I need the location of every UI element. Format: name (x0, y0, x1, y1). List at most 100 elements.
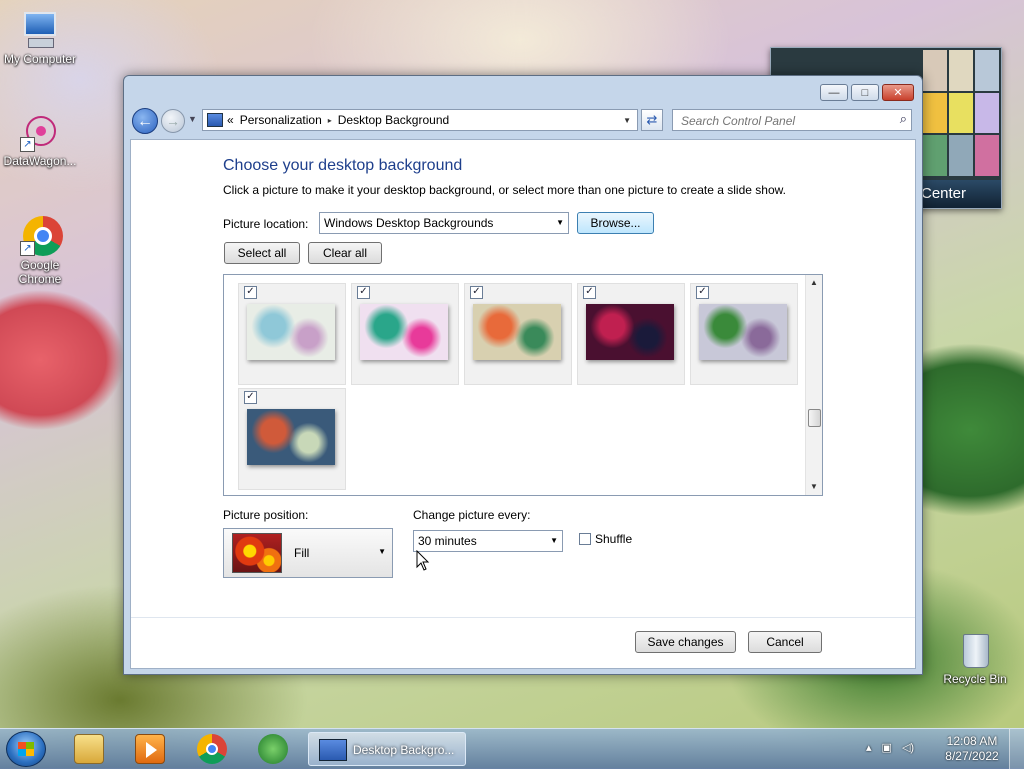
thumbnail-checkbox[interactable]: ✓ (357, 286, 370, 299)
thumbnail-checkbox[interactable]: ✓ (583, 286, 596, 299)
gadget-label: Center (917, 180, 1001, 208)
content-pane: Choose your desktop background Click a p… (130, 139, 916, 669)
desktop-background-window: — □ ✕ ← → ▼ « Personalization ▸ Desktop … (123, 75, 923, 675)
breadcrumb-overflow[interactable]: « (227, 113, 234, 127)
breadcrumb-desktop-background[interactable]: Desktop Background (338, 113, 449, 127)
scrollbar-thumb[interactable] (808, 409, 821, 427)
title-bar[interactable]: — □ ✕ (124, 76, 922, 106)
scroll-down-button[interactable]: ▼ (806, 479, 822, 495)
atom-icon: ↗ (20, 112, 60, 152)
breadcrumb-personalization[interactable]: Personalization (240, 113, 322, 127)
picture-position-label: Picture position: (223, 508, 309, 522)
desktop-icon-recycle-bin[interactable]: Recycle Bin (935, 630, 1015, 686)
wallpaper-image (247, 304, 335, 360)
taskbar: Desktop Backgro... ▴ ▣ ◁) 12:08 AM 8/27/… (0, 728, 1024, 769)
change-picture-interval-dropdown[interactable]: 30 minutes ▼ (413, 530, 563, 552)
clear-all-button[interactable]: Clear all (308, 242, 382, 264)
shortcut-arrow-icon: ↗ (20, 137, 35, 152)
address-bar[interactable]: « Personalization ▸ Desktop Background ▼ (202, 109, 638, 131)
cancel-button[interactable]: Cancel (748, 631, 822, 653)
picture-location-value: Windows Desktop Backgrounds (324, 216, 494, 230)
address-dropdown-icon[interactable]: ▼ (623, 116, 631, 125)
wallpaper-image (247, 409, 335, 465)
wallpaper-image (473, 304, 561, 360)
wallpaper-thumbnail[interactable]: ✓ (238, 283, 346, 385)
picture-location-label: Picture location: (223, 217, 309, 231)
page-title: Choose your desktop background (223, 157, 463, 174)
page-description: Click a picture to make it your desktop … (223, 183, 786, 197)
desktop-icon-datawagon[interactable]: ↗ DataWagon... (0, 112, 80, 168)
media-center-taskbar-icon[interactable] (258, 734, 288, 764)
shuffle-label: Shuffle (595, 532, 633, 546)
wallpaper-image (586, 304, 674, 360)
gadget-tiles (921, 48, 1001, 178)
change-picture-interval-value: 30 minutes (418, 534, 477, 548)
minimize-button[interactable]: — (820, 84, 848, 101)
taskbar-task-desktop-background[interactable]: Desktop Backgro... (308, 732, 466, 766)
footer-divider (131, 617, 915, 618)
save-changes-button[interactable]: Save changes (635, 631, 736, 653)
control-panel-icon (207, 113, 223, 127)
show-desktop-button[interactable] (1009, 729, 1024, 769)
back-button[interactable]: ← (132, 108, 158, 134)
picture-position-dropdown[interactable]: Fill ▼ (223, 528, 393, 578)
picture-location-dropdown[interactable]: Windows Desktop Backgrounds ▼ (319, 212, 569, 234)
desktop-icon-my-computer[interactable]: My Computer (0, 10, 80, 66)
shuffle-checkbox[interactable] (579, 533, 591, 545)
thumbnail-checkbox[interactable]: ✓ (244, 391, 257, 404)
browse-button[interactable]: Browse... (577, 212, 654, 234)
shuffle-option[interactable]: Shuffle (579, 532, 632, 546)
system-tray: ▴ ▣ ◁) (866, 741, 914, 754)
wallpaper-image (360, 304, 448, 360)
clock[interactable]: 12:08 AM 8/27/2022 (940, 734, 1004, 764)
wallpaper-thumbnail[interactable]: ✓ (464, 283, 572, 385)
start-button[interactable] (6, 731, 46, 767)
select-all-button[interactable]: Select all (224, 242, 300, 264)
mouse-cursor-icon (416, 550, 430, 571)
network-icon[interactable]: ▣ (882, 741, 892, 754)
desktop-icon-label: DataWagon... (3, 154, 77, 168)
forward-arrow-icon: → (166, 113, 180, 129)
thumbnail-checkbox[interactable]: ✓ (244, 286, 257, 299)
clock-date: 8/27/2022 (945, 749, 999, 763)
desktop-icon-label: Google Chrome (18, 258, 62, 286)
search-icon[interactable]: ⌕ (900, 111, 907, 127)
clock-time: 12:08 AM (946, 734, 998, 748)
chevron-down-icon: ▼ (378, 547, 386, 556)
wallpaper-thumbnail[interactable]: ✓ (690, 283, 798, 385)
scroll-up-button[interactable]: ▲ (806, 275, 822, 291)
forward-button[interactable]: → (161, 109, 185, 133)
file-explorer-taskbar-icon[interactable] (74, 734, 104, 764)
chrome-taskbar-icon[interactable] (197, 734, 227, 764)
back-arrow-icon: ← (137, 113, 153, 130)
close-button[interactable]: ✕ (882, 84, 914, 101)
picture-position-value: Fill (294, 546, 310, 560)
search-input[interactable] (679, 111, 883, 131)
chevron-down-icon: ▼ (550, 536, 558, 545)
thumbnail-checkbox[interactable]: ✓ (470, 286, 483, 299)
control-panel-icon (319, 739, 347, 761)
task-label: Desktop Backgro... (353, 743, 455, 757)
gallery-scrollbar[interactable]: ▲ ▼ (805, 275, 822, 495)
breadcrumb-separator-icon[interactable]: ▸ (328, 116, 332, 125)
windows-logo-icon (18, 742, 34, 756)
show-hidden-icons-icon[interactable]: ▴ (866, 741, 872, 754)
wallpaper-image (699, 304, 787, 360)
recycle-bin-icon (955, 630, 995, 670)
change-picture-label: Change picture every: (413, 508, 531, 522)
volume-icon[interactable]: ◁) (902, 741, 914, 754)
thumbnail-checkbox[interactable]: ✓ (696, 286, 709, 299)
recent-pages-dropdown-icon[interactable]: ▼ (188, 114, 197, 124)
wallpaper-thumbnail[interactable]: ✓ (238, 388, 346, 490)
refresh-button[interactable]: ⇄ (641, 109, 663, 131)
chevron-down-icon: ▼ (556, 218, 564, 227)
search-box[interactable]: ⌕ (672, 109, 912, 131)
desktop-icon-google-chrome[interactable]: ↗ Google Chrome (0, 216, 80, 286)
picture-gallery: ✓ ✓ ✓ ✓ ✓ ✓ ▲ ▼ (223, 274, 823, 496)
navigation-bar: ← → ▼ « Personalization ▸ Desktop Backgr… (130, 106, 916, 136)
maximize-button[interactable]: □ (851, 84, 879, 101)
wallpaper-thumbnail[interactable]: ✓ (577, 283, 685, 385)
shortcut-arrow-icon: ↗ (20, 241, 35, 256)
media-player-taskbar-icon[interactable] (135, 734, 165, 764)
wallpaper-thumbnail[interactable]: ✓ (351, 283, 459, 385)
